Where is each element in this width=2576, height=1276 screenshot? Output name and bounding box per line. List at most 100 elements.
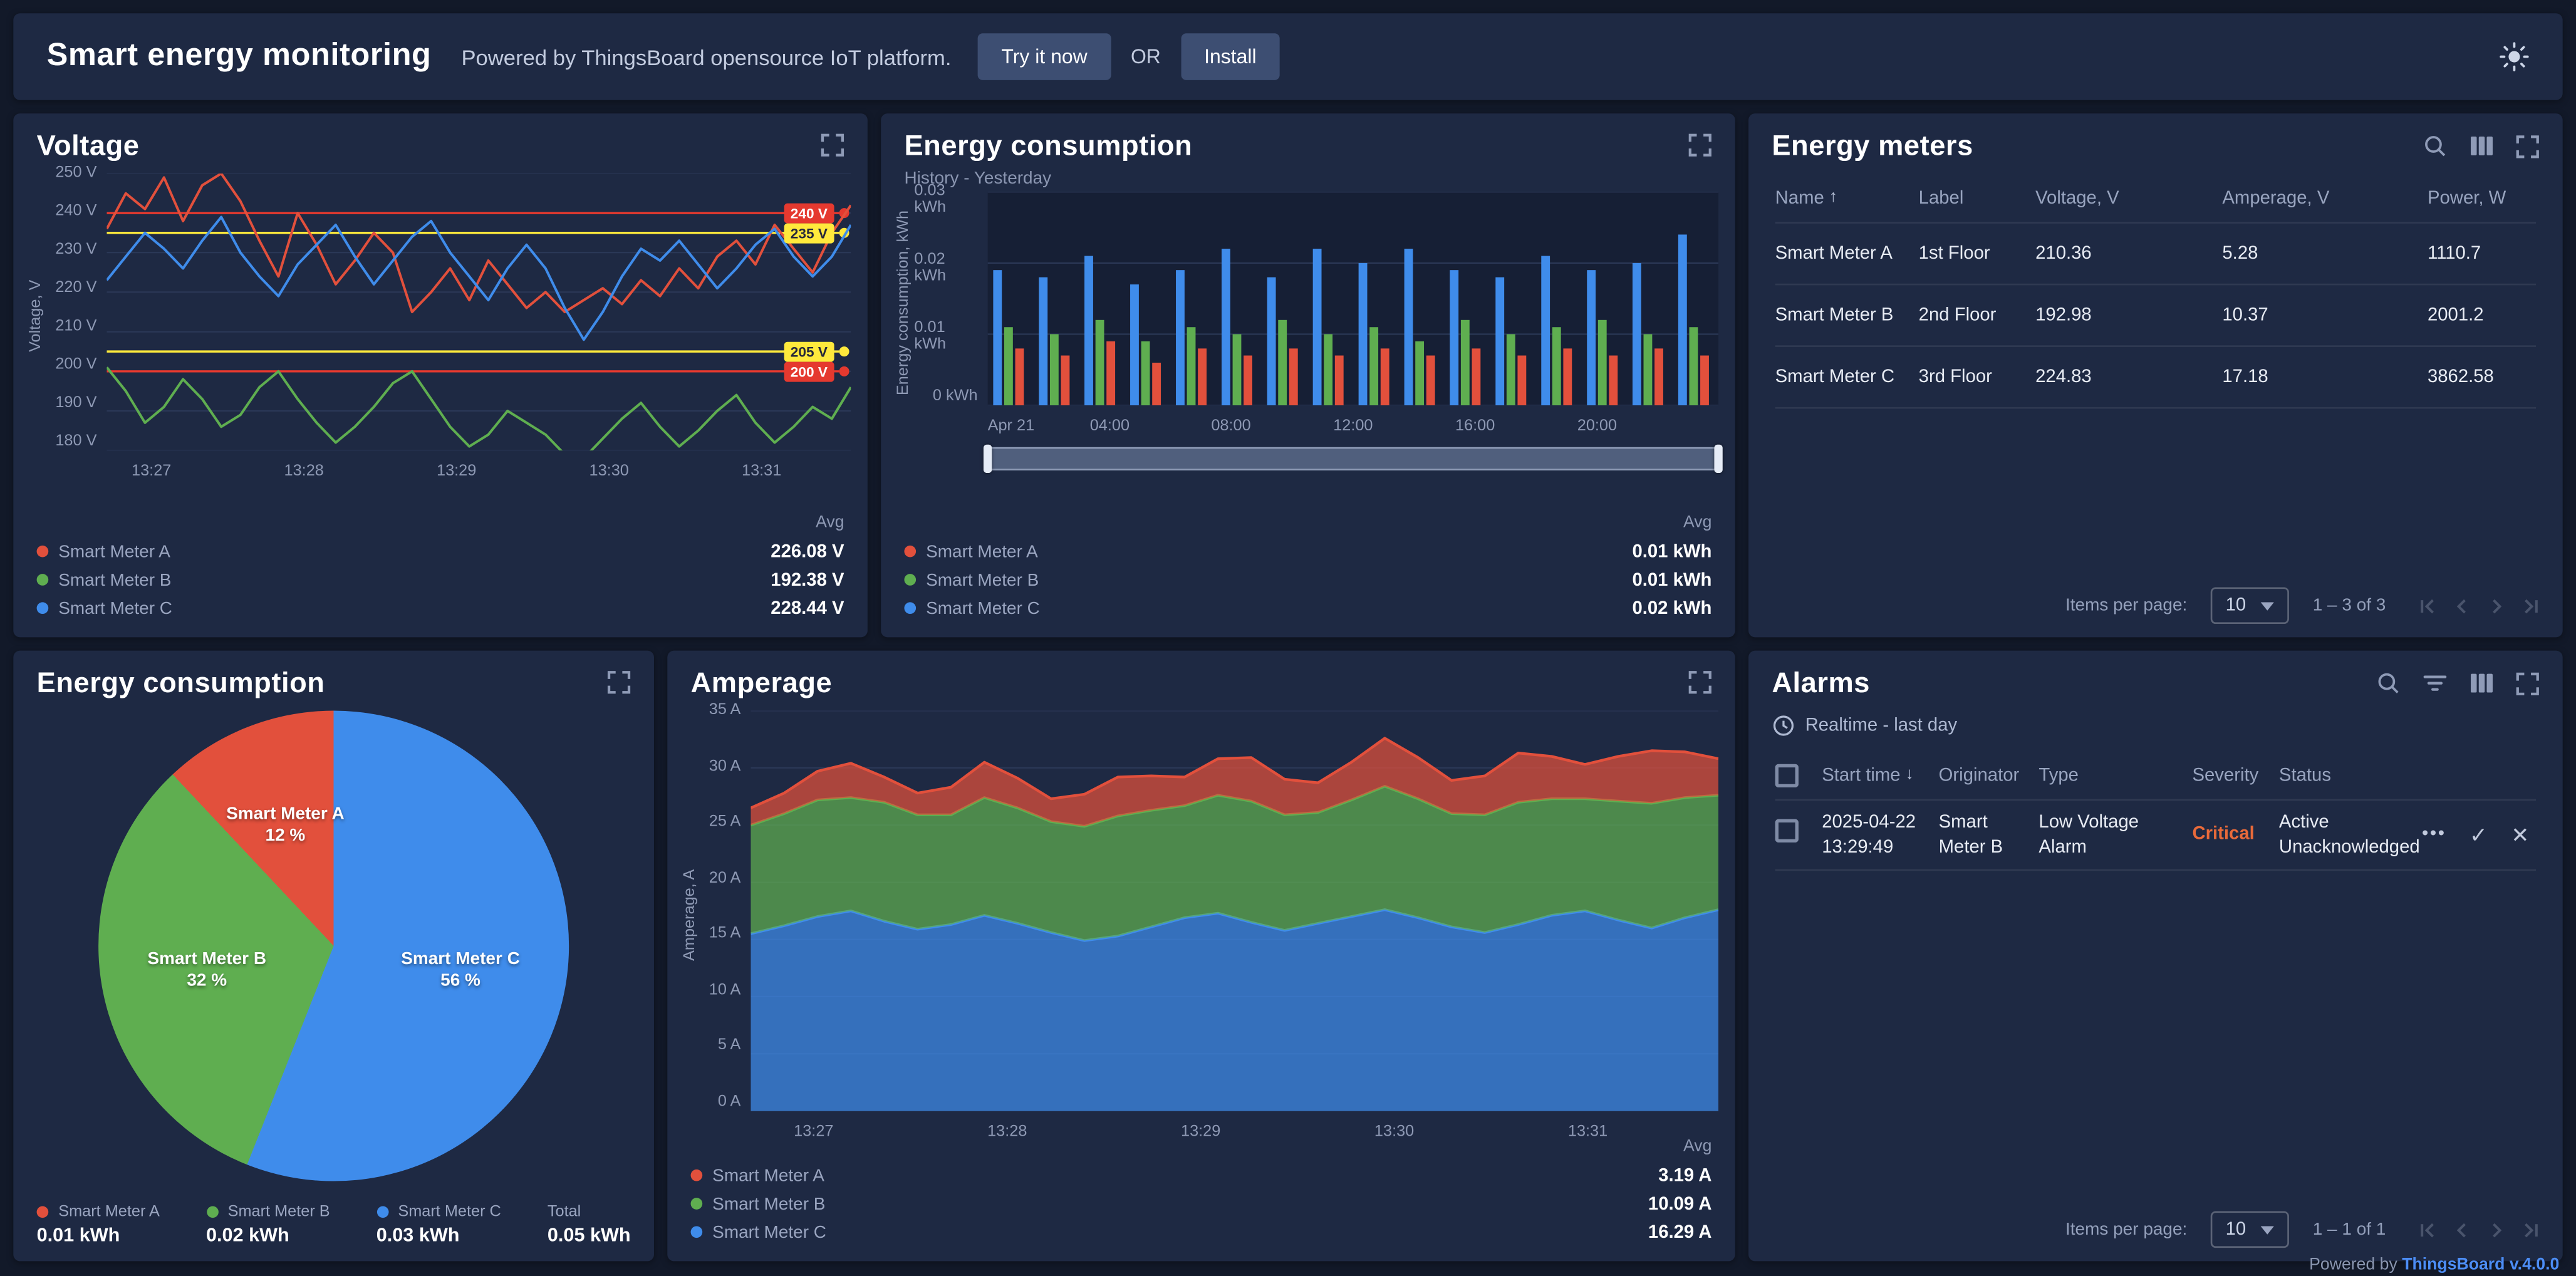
legend-item[interactable]: Smart Meter B 192.38 V [37,566,844,594]
thingsboard-version-link[interactable]: ThingsBoard v.4.0.0 [2402,1256,2559,1274]
pie-disc[interactable] [98,711,569,1181]
table-row[interactable]: Smart Meter C 3rd Floor 224.83 17.18 386… [1775,347,2536,409]
axis-tick: 5 A [718,1039,741,1056]
legend-dot [37,1206,49,1218]
fullscreen-icon [821,133,844,157]
cell-name: Smart Meter A [1775,242,1919,266]
y-axis-label: Voltage, V [27,174,47,459]
axis-tick: 15 A [709,926,741,943]
paginator-next-button[interactable] [2486,1218,2508,1240]
pie-chart[interactable]: Smart Meter C56 %Smart Meter B32 %Smart … [98,711,569,1181]
legend-name: Smart Meter C [58,598,172,618]
column-header-type[interactable]: Type [2038,765,2192,785]
energy-consumption-bar-chart[interactable] [988,192,1718,405]
paginator-prev-button[interactable] [2451,594,2473,616]
items-per-page-select[interactable]: 10 [2211,1211,2290,1248]
legend-value: 10.09 A [1648,1194,1712,1214]
legend-item[interactable]: Smart Meter B 0.02 kWh [206,1203,330,1246]
column-header-start-time[interactable]: Start time ↓ [1822,765,1938,785]
items-per-page-select[interactable]: 10 [2211,587,2290,624]
legend-value: 226.08 V [771,541,844,561]
paginator-first-button[interactable] [2416,1218,2438,1240]
legend-item[interactable]: Smart Meter C 0.02 kWh [904,594,1711,622]
axis-tick: 10 A [709,982,741,999]
column-header-voltage[interactable]: Voltage, V [2035,188,2222,208]
fullscreen-button[interactable] [2516,672,2539,695]
column-header-name[interactable]: Name ↑ [1775,188,1919,208]
legend-item[interactable]: Smart Meter B 0.01 kWh [904,566,1711,594]
fullscreen-button[interactable] [1688,133,1711,157]
column-header-amperage[interactable]: Amperage, V [2222,188,2428,208]
legend-avg-header: Avg [37,514,844,532]
fullscreen-button[interactable] [607,671,630,694]
axis-tick: 240 V [55,204,96,220]
time-window-slider[interactable] [988,447,1718,470]
column-header-status[interactable]: Status [2279,765,2412,785]
paginator: Items per page: 10 1 – 3 of 3 [1748,587,2543,624]
voltage-line-chart[interactable] [106,174,851,450]
fullscreen-button[interactable] [1688,671,1711,694]
legend-item[interactable]: Smart Meter C 228.44 V [37,594,844,622]
legend-item[interactable]: Smart Meter C 16.29 A [691,1218,1712,1246]
slider-right-handle[interactable] [1714,445,1722,473]
last-page-icon [2521,594,2543,616]
legend-item[interactable]: Smart Meter A 0.01 kWh [37,1203,160,1246]
alarm-acknowledge-button[interactable]: ✓ [2463,822,2494,849]
items-per-page-label: Items per page: [2065,596,2187,616]
filter-button[interactable] [2423,671,2448,696]
axis-tick: 13:31 [742,462,781,480]
time-window-indicator[interactable]: Realtime - last day [1748,701,2563,738]
energy-meters-widget: Energy meters [1748,113,2563,637]
items-per-page-label: Items per page: [2065,1220,2187,1240]
axis-tick: 20:00 [1577,417,1617,435]
alarm-clear-button[interactable]: ✕ [2505,822,2536,849]
legend-item[interactable]: Smart Meter A 0.01 kWh [904,537,1711,566]
cell-power: 1110.7 [2428,242,2491,266]
alarm-actions-menu-button[interactable]: ••• [2415,823,2453,843]
fullscreen-icon [1688,671,1711,694]
search-button[interactable] [2423,133,2448,158]
table-row[interactable]: Smart Meter B 2nd Floor 192.98 10.37 200… [1775,285,2536,347]
powered-by-label: Powered by [2309,1256,2397,1274]
legend-value: 192.38 V [771,569,844,589]
legend-value: 0.01 kWh [1632,541,1711,561]
search-button[interactable] [2376,671,2401,696]
column-header-originator[interactable]: Originator [1939,765,2039,785]
chevron-right-icon [2486,594,2508,616]
axis-tick: 0.02 kWh [914,252,977,269]
axis-tick: 13:27 [794,1123,833,1141]
install-button[interactable]: Install [1181,33,1280,80]
row-checkbox[interactable] [1775,820,1799,843]
slider-left-handle[interactable] [984,445,992,473]
cell-voltage: 192.98 [2035,303,2222,327]
column-header-label[interactable]: Label [1919,188,2035,208]
try-it-now-button[interactable]: Try it now [978,33,1111,80]
table-row[interactable]: Smart Meter A 1st Floor 210.36 5.28 1110… [1775,224,2536,286]
columns-button[interactable] [2470,671,2495,696]
legend-value: 3.19 A [1658,1165,1711,1185]
fullscreen-button[interactable] [2516,134,2539,157]
column-header-power[interactable]: Power, W [2428,188,2516,208]
pie-slice-label: Smart Meter B32 % [147,949,266,993]
alarm-row[interactable]: 2025-04-22 13:29:49 Smart Meter B Low Vo… [1775,801,2536,871]
legend-item[interactable]: Smart Meter A 226.08 V [37,537,844,566]
slider-selected-range[interactable] [988,447,1718,470]
paginator-range-label: 1 – 3 of 3 [2313,596,2386,616]
select-all-checkbox[interactable] [1775,763,1799,786]
legend-item[interactable]: Smart Meter A 3.19 A [691,1161,1712,1190]
legend-item[interactable]: Smart Meter B 10.09 A [691,1190,1712,1218]
column-header-severity[interactable]: Severity [2192,765,2278,785]
theme-toggle-button[interactable] [2499,42,2529,72]
legend-dot [691,1226,703,1238]
amperage-area-chart[interactable] [750,711,1718,1111]
paginator-next-button[interactable] [2486,594,2508,616]
paginator-first-button[interactable] [2416,594,2438,616]
legend-value: 228.44 V [771,598,844,618]
paginator-last-button[interactable] [2521,1218,2543,1240]
fullscreen-button[interactable] [821,133,844,157]
paginator-prev-button[interactable] [2451,1218,2473,1240]
legend-item[interactable]: Smart Meter C 0.03 kWh [377,1203,501,1246]
paginator-last-button[interactable] [2521,594,2543,616]
columns-button[interactable] [2470,133,2495,158]
paginator-nav [2416,594,2542,616]
